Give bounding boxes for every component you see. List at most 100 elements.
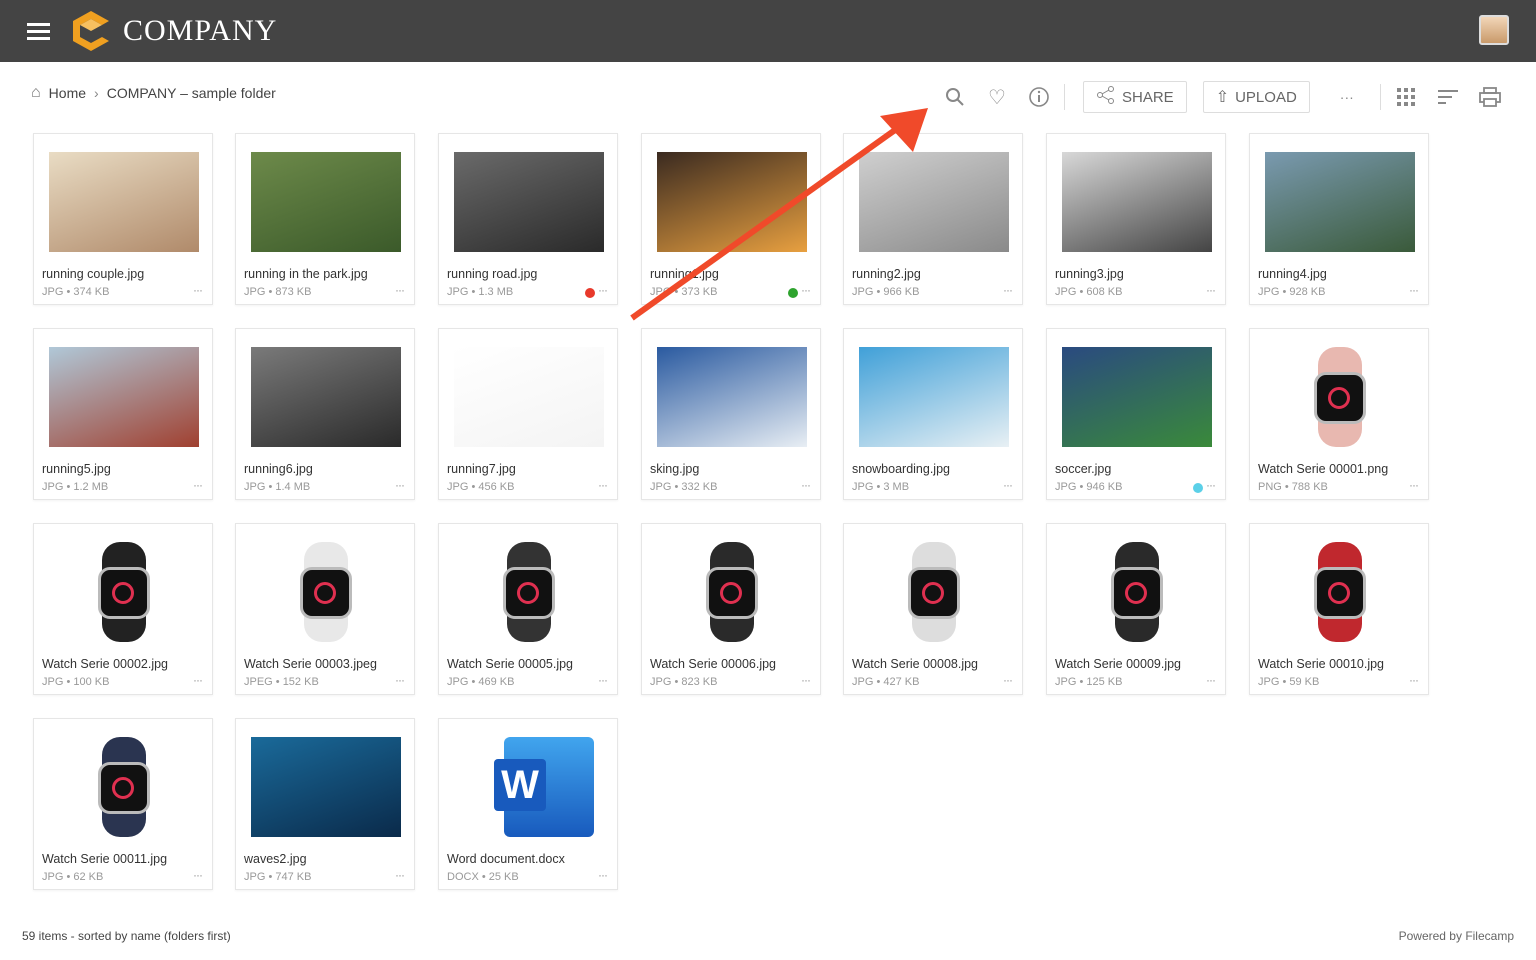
file-more-button[interactable]: ··· — [598, 283, 608, 297]
file-thumbnail[interactable] — [1062, 542, 1212, 642]
file-card[interactable]: running3.jpg JPG • 608 KB ··· — [1046, 133, 1226, 305]
file-card[interactable]: Watch Serie 00001.png PNG • 788 KB ··· — [1249, 328, 1429, 500]
file-card[interactable]: running1.jpg JPG • 373 KB ··· — [641, 133, 821, 305]
info-icon[interactable] — [1024, 82, 1054, 112]
file-thumbnail[interactable] — [657, 347, 807, 447]
file-card[interactable]: Watch Serie 00006.jpg JPG • 823 KB ··· — [641, 523, 821, 695]
file-thumbnail[interactable] — [49, 737, 199, 837]
file-name[interactable]: running6.jpg — [244, 462, 313, 476]
heart-icon[interactable]: ♡ — [982, 82, 1012, 112]
search-icon[interactable] — [940, 82, 970, 112]
file-thumbnail[interactable] — [49, 542, 199, 642]
file-thumbnail[interactable] — [454, 542, 604, 642]
file-more-button[interactable]: ··· — [1206, 283, 1216, 297]
file-thumbnail[interactable] — [859, 347, 1009, 447]
file-name[interactable]: Watch Serie 00001.png — [1258, 462, 1388, 476]
file-name[interactable]: running1.jpg — [650, 267, 719, 281]
file-thumbnail[interactable] — [251, 737, 401, 837]
file-more-button[interactable]: ··· — [193, 283, 203, 297]
file-name[interactable]: Watch Serie 00005.jpg — [447, 657, 573, 671]
file-thumbnail[interactable] — [251, 347, 401, 447]
file-name[interactable]: snowboarding.jpg — [852, 462, 950, 476]
file-card[interactable]: waves2.jpg JPG • 747 KB ··· — [235, 718, 415, 890]
file-name[interactable]: Watch Serie 00003.jpeg — [244, 657, 377, 671]
file-thumbnail[interactable] — [251, 542, 401, 642]
file-name[interactable]: running5.jpg — [42, 462, 111, 476]
file-card[interactable]: running couple.jpg JPG • 374 KB ··· — [33, 133, 213, 305]
upload-button[interactable]: ⇧ UPLOAD — [1202, 81, 1310, 113]
file-name[interactable]: soccer.jpg — [1055, 462, 1111, 476]
file-card[interactable]: Watch Serie 00005.jpg JPG • 469 KB ··· — [438, 523, 618, 695]
file-more-button[interactable]: ··· — [1206, 478, 1216, 492]
file-card[interactable]: Watch Serie 00008.jpg JPG • 427 KB ··· — [843, 523, 1023, 695]
home-icon[interactable]: ⌂ — [31, 84, 41, 102]
file-name[interactable]: waves2.jpg — [244, 852, 307, 866]
file-thumbnail[interactable] — [251, 152, 401, 252]
file-card[interactable]: snowboarding.jpg JPG • 3 MB ··· — [843, 328, 1023, 500]
file-card[interactable]: Watch Serie 00009.jpg JPG • 125 KB ··· — [1046, 523, 1226, 695]
file-more-button[interactable]: ··· — [801, 283, 811, 297]
file-name[interactable]: running7.jpg — [447, 462, 516, 476]
file-more-button[interactable]: ··· — [1409, 673, 1419, 687]
file-more-button[interactable]: ··· — [1409, 478, 1419, 492]
file-more-button[interactable]: ··· — [193, 868, 203, 882]
file-card[interactable]: running road.jpg JPG • 1.3 MB ··· — [438, 133, 618, 305]
file-more-button[interactable]: ··· — [1003, 283, 1013, 297]
file-name[interactable]: sking.jpg — [650, 462, 699, 476]
file-thumbnail[interactable] — [49, 347, 199, 447]
file-more-button[interactable]: ··· — [1206, 673, 1216, 687]
file-card[interactable]: Watch Serie 00003.jpeg JPEG • 152 KB ··· — [235, 523, 415, 695]
file-name[interactable]: Watch Serie 00009.jpg — [1055, 657, 1181, 671]
share-button[interactable]: SHARE — [1083, 81, 1187, 113]
file-card[interactable]: soccer.jpg JPG • 946 KB ··· — [1046, 328, 1226, 500]
file-name[interactable]: Word document.docx — [447, 852, 565, 866]
file-card[interactable]: sking.jpg JPG • 332 KB ··· — [641, 328, 821, 500]
file-card[interactable]: running4.jpg JPG • 928 KB ··· — [1249, 133, 1429, 305]
file-card[interactable]: W Word document.docx DOCX • 25 KB ··· — [438, 718, 618, 890]
file-name[interactable]: running couple.jpg — [42, 267, 144, 281]
file-thumbnail[interactable] — [1062, 347, 1212, 447]
file-card[interactable]: running in the park.jpg JPG • 873 KB ··· — [235, 133, 415, 305]
file-more-button[interactable]: ··· — [598, 478, 608, 492]
file-name[interactable]: running4.jpg — [1258, 267, 1327, 281]
file-name[interactable]: Watch Serie 00011.jpg — [42, 852, 167, 866]
file-more-button[interactable]: ··· — [193, 673, 203, 687]
file-card[interactable]: running7.jpg JPG • 456 KB ··· — [438, 328, 618, 500]
file-name[interactable]: Watch Serie 00002.jpg — [42, 657, 168, 671]
file-more-button[interactable]: ··· — [395, 868, 405, 882]
file-card[interactable]: Watch Serie 00011.jpg JPG • 62 KB ··· — [33, 718, 213, 890]
file-more-button[interactable]: ··· — [1409, 283, 1419, 297]
grid-view-icon[interactable] — [1391, 82, 1421, 112]
print-icon[interactable] — [1475, 82, 1505, 112]
file-more-button[interactable]: ··· — [395, 478, 405, 492]
file-more-button[interactable]: ··· — [1003, 478, 1013, 492]
hamburger-icon[interactable] — [27, 23, 50, 40]
file-thumbnail[interactable] — [454, 152, 604, 252]
file-name[interactable]: Watch Serie 00010.jpg — [1258, 657, 1384, 671]
file-thumbnail[interactable] — [49, 152, 199, 252]
file-more-button[interactable]: ··· — [801, 478, 811, 492]
breadcrumb-home[interactable]: Home — [49, 85, 86, 101]
file-name[interactable]: Watch Serie 00006.jpg — [650, 657, 776, 671]
file-more-button[interactable]: ··· — [395, 283, 405, 297]
user-avatar[interactable] — [1479, 15, 1509, 45]
file-thumbnail[interactable] — [1265, 347, 1415, 447]
file-thumbnail[interactable] — [657, 542, 807, 642]
file-thumbnail[interactable] — [1265, 542, 1415, 642]
file-more-button[interactable]: ··· — [598, 868, 608, 882]
file-thumbnail[interactable] — [859, 542, 1009, 642]
file-name[interactable]: running road.jpg — [447, 267, 537, 281]
file-card[interactable]: Watch Serie 00002.jpg JPG • 100 KB ··· — [33, 523, 213, 695]
company-logo[interactable] — [72, 10, 110, 52]
file-thumbnail[interactable] — [1265, 152, 1415, 252]
file-name[interactable]: Watch Serie 00008.jpg — [852, 657, 978, 671]
file-more-button[interactable]: ··· — [193, 478, 203, 492]
sort-icon[interactable] — [1433, 82, 1463, 112]
file-thumbnail[interactable]: W — [454, 737, 604, 837]
file-name[interactable]: running2.jpg — [852, 267, 921, 281]
file-thumbnail[interactable] — [454, 347, 604, 447]
file-name[interactable]: running3.jpg — [1055, 267, 1124, 281]
file-thumbnail[interactable] — [859, 152, 1009, 252]
file-card[interactable]: running6.jpg JPG • 1.4 MB ··· — [235, 328, 415, 500]
file-thumbnail[interactable] — [1062, 152, 1212, 252]
